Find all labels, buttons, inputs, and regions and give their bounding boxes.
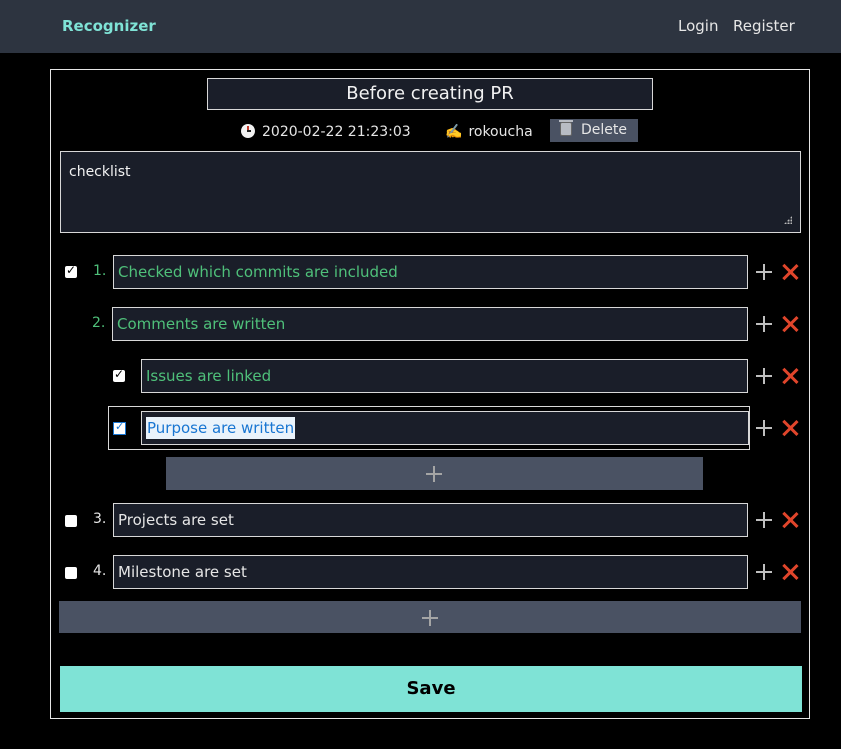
add-item-bar[interactable] [59,601,801,633]
item-checkbox[interactable] [113,420,126,435]
author: ✍️ rokoucha [445,121,533,143]
item-text-input[interactable]: Comments are written [112,307,748,341]
trash-icon [559,120,573,136]
plus-icon [426,466,442,482]
selected-item-text: Purpose are written [146,417,296,439]
login-link[interactable]: Login [678,17,718,35]
add-subitem-icon[interactable] [756,316,772,332]
delete-label: Delete [581,122,627,138]
item-text-input[interactable]: Issues are linked [141,359,748,393]
checklist-item: 1. Checked which commits are included [51,255,809,289]
item-checkbox[interactable] [65,515,77,527]
timestamp: 2020-02-22 21:23:03 [241,121,411,143]
item-number: 3. [93,511,107,527]
writing-hand-icon: ✍️ [445,124,463,140]
register-link[interactable]: Register [733,17,795,35]
item-text-input[interactable]: Checked which commits are included [113,255,748,289]
save-button[interactable]: Save [60,666,802,712]
description-text: checklist [69,164,131,180]
add-subitem-icon[interactable] [756,368,772,384]
navbar: Recognizer Login Register [0,0,841,53]
description-textarea[interactable]: checklist [60,151,801,233]
checklist-card: Before creating PR 2020-02-22 21:23:03 ✍… [50,69,810,719]
resize-grip-icon[interactable] [784,216,792,224]
add-subitem-icon[interactable] [756,564,772,580]
item-number: 2. [92,315,106,331]
checklist-item: 2. Comments are written [51,307,809,341]
checklist-item: 3. Projects are set [51,503,809,537]
add-subitem-icon[interactable] [756,264,772,280]
timestamp-text: 2020-02-22 21:23:03 [262,124,411,140]
delete-item-icon[interactable] [782,316,798,332]
brand-logo[interactable]: Recognizer [62,17,156,35]
add-subitem-icon[interactable] [756,420,772,436]
delete-item-icon[interactable] [782,368,798,384]
checklist-title-input[interactable]: Before creating PR [207,78,653,110]
add-subitem-bar[interactable] [166,457,703,490]
delete-item-icon[interactable] [782,564,798,580]
delete-item-icon[interactable] [782,420,798,436]
clock-icon [241,124,255,138]
item-text-input[interactable]: Milestone are set [113,555,748,589]
author-name: rokoucha [468,124,533,140]
delete-item-icon[interactable] [782,512,798,528]
item-checkbox[interactable] [65,567,77,579]
item-checkbox[interactable] [65,263,77,278]
checklist-item: 4. Milestone are set [51,555,809,589]
item-text-input[interactable]: Projects are set [113,503,748,537]
item-checkbox[interactable] [113,367,125,382]
checklist-subitem: Issues are linked [51,359,809,393]
delete-button[interactable]: Delete [550,119,638,142]
plus-icon [422,610,438,626]
item-number: 4. [93,563,107,579]
add-subitem-icon[interactable] [756,512,772,528]
item-number: 1. [93,263,107,279]
delete-item-icon[interactable] [782,264,798,280]
